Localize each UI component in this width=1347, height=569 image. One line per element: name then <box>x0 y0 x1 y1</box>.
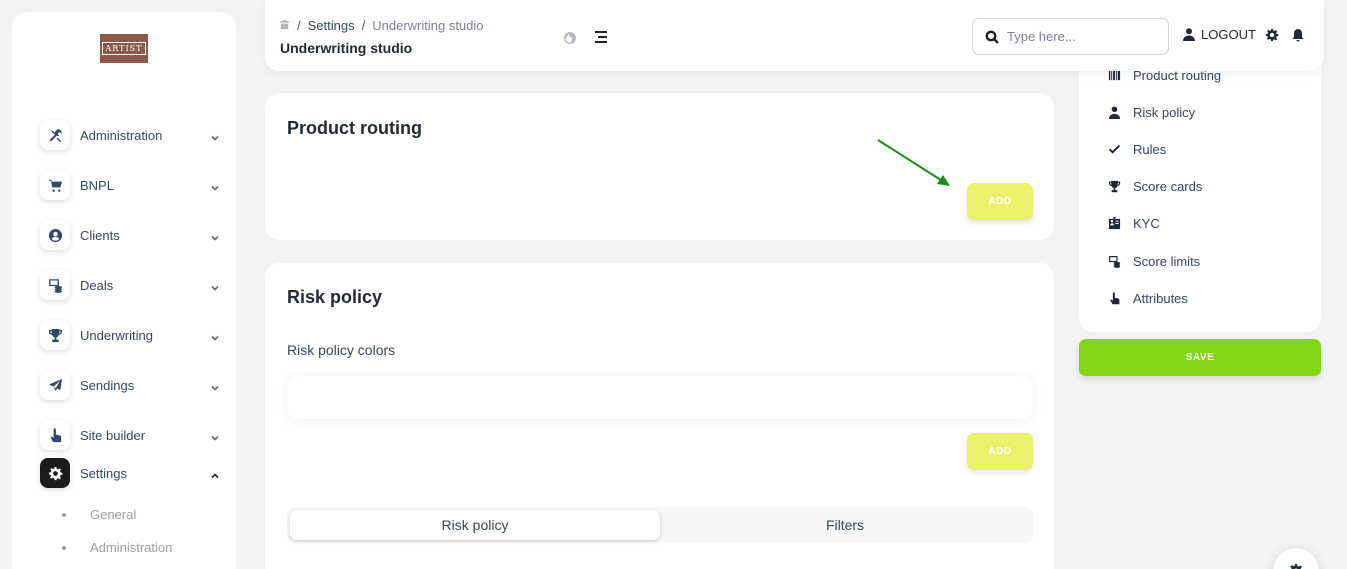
search-box <box>972 18 1169 55</box>
section-nav-label: KYC <box>1133 216 1160 231</box>
page-title: Underwriting studio <box>280 40 413 56</box>
sidebar-item-label: Underwriting <box>80 327 153 343</box>
section-nav-attributes[interactable]: Attributes <box>1108 291 1188 306</box>
breadcrumb-item-current: Underwriting studio <box>372 18 484 33</box>
gear-icon <box>1290 564 1302 569</box>
home-icon[interactable] <box>279 18 290 33</box>
id-card-icon <box>1108 217 1121 230</box>
chevron-up-icon <box>210 468 220 479</box>
sidebar-subitem-label: Administration <box>90 540 173 555</box>
sidebar-item-administration[interactable]: Administration <box>40 119 220 151</box>
add-product-routing-button[interactable]: ADD <box>967 183 1033 220</box>
risk-policy-card: Risk policy Risk policy colors ADD Risk … <box>265 263 1054 569</box>
sidebar-subitem-general[interactable]: General <box>62 507 136 522</box>
search-icon <box>985 30 999 44</box>
risk-policy-tabs: Risk policy Filters <box>287 507 1033 543</box>
save-button[interactable]: SAVE <box>1079 339 1321 376</box>
sidebar-subitem-administration[interactable]: Administration <box>62 540 172 555</box>
annotation-arrow-icon <box>877 139 950 186</box>
section-nav-label: Attributes <box>1133 291 1188 306</box>
search-input[interactable] <box>1007 29 1157 44</box>
sidebar-item-label: BNPL <box>80 177 114 193</box>
logo-text: ARTIST <box>101 42 147 55</box>
sidebar-item-bnpl[interactable]: BNPL <box>40 169 220 201</box>
pointer-hand-icon <box>40 420 70 450</box>
risk-policy-colors-label: Risk policy colors <box>287 342 396 358</box>
chevron-down-icon <box>210 230 220 241</box>
sidebar-subitem-label: General <box>90 507 137 522</box>
user-circle-icon <box>40 220 70 250</box>
sidebar-item-label: Administration <box>80 127 163 143</box>
chevron-down-icon <box>210 130 220 141</box>
logout-button[interactable]: LOGOUT <box>1183 27 1256 42</box>
section-nav-label: Score cards <box>1133 179 1203 194</box>
send-icon <box>40 370 70 400</box>
chevron-down-icon <box>210 330 220 341</box>
logout-label: LOGOUT <box>1201 27 1256 42</box>
breadcrumb-separator: / <box>297 18 301 33</box>
section-nav-kyc[interactable]: KYC <box>1108 216 1160 231</box>
gear-icon[interactable] <box>1265 28 1279 42</box>
tab-risk-policy[interactable]: Risk policy <box>290 510 660 540</box>
configurator-button[interactable] <box>1273 548 1319 569</box>
brand-logo[interactable]: ARTIST <box>100 34 148 63</box>
sidebar-item-clients[interactable]: Clients <box>40 219 220 251</box>
gear-icon <box>40 458 70 488</box>
bullet-icon <box>62 512 66 517</box>
sidebar-item-label: Sendings <box>80 377 135 393</box>
risk-policy-title: Risk policy <box>287 287 383 307</box>
trophy-icon <box>1108 180 1121 193</box>
sidebar-item-label: Settings <box>80 465 127 481</box>
sidebar-item-site-builder[interactable]: Site builder <box>40 419 220 451</box>
chevron-down-icon <box>210 180 220 191</box>
menu-toggle-icon[interactable] <box>593 29 609 45</box>
sidebar-item-underwriting[interactable]: Underwriting <box>40 319 220 351</box>
breadcrumb-item-settings[interactable]: Settings <box>308 18 355 33</box>
section-nav-rules[interactable]: Rules <box>1108 142 1166 157</box>
sidebar-item-label: Deals <box>80 277 114 293</box>
chevron-down-icon <box>210 430 220 441</box>
cart-icon <box>40 170 70 200</box>
trophy-icon <box>40 320 70 350</box>
sidebar-item-settings[interactable]: Settings <box>40 457 220 489</box>
risk-policy-colors-list <box>287 376 1033 419</box>
coins-icon <box>40 270 70 300</box>
tools-icon <box>40 120 70 150</box>
bullet-icon <box>62 545 66 550</box>
sidebar: ARTIST Administration BNPL Clients Deals… <box>12 12 236 569</box>
add-risk-policy-color-button[interactable]: ADD <box>967 433 1033 470</box>
top-navbar: / Settings / Underwriting studio Underwr… <box>265 0 1324 71</box>
sidebar-item-sendings[interactable]: Sendings <box>40 369 220 401</box>
section-nav-risk-policy[interactable]: Risk policy <box>1108 105 1195 120</box>
sidebar-item-label: Clients <box>80 227 120 243</box>
section-nav-score-limits[interactable]: Score limits <box>1108 254 1200 269</box>
sidebar-item-deals[interactable]: Deals <box>40 269 220 301</box>
section-nav-panel: Product routing Risk policy Rules Score … <box>1079 40 1321 332</box>
section-nav-label: Rules <box>1133 142 1167 157</box>
pointer-hand-icon <box>1110 292 1120 305</box>
user-icon <box>1108 106 1121 119</box>
check-icon <box>1108 144 1121 154</box>
chevron-down-icon <box>210 280 220 291</box>
section-nav-score-cards[interactable]: Score cards <box>1108 179 1202 194</box>
user-icon <box>1183 28 1195 41</box>
coins-icon <box>1109 256 1121 268</box>
tab-filters[interactable]: Filters <box>660 510 1030 540</box>
product-routing-title: Product routing <box>287 118 422 138</box>
bell-icon[interactable] <box>1291 28 1305 42</box>
section-nav-label: Score limits <box>1133 254 1201 269</box>
sidebar-item-label: Site builder <box>80 427 146 443</box>
globe-icon[interactable] <box>563 31 577 45</box>
chevron-down-icon <box>210 380 220 391</box>
breadcrumb: / Settings / Underwriting studio <box>279 18 484 33</box>
breadcrumb-separator: / <box>361 18 366 33</box>
section-nav-label: Risk policy <box>1133 105 1196 120</box>
